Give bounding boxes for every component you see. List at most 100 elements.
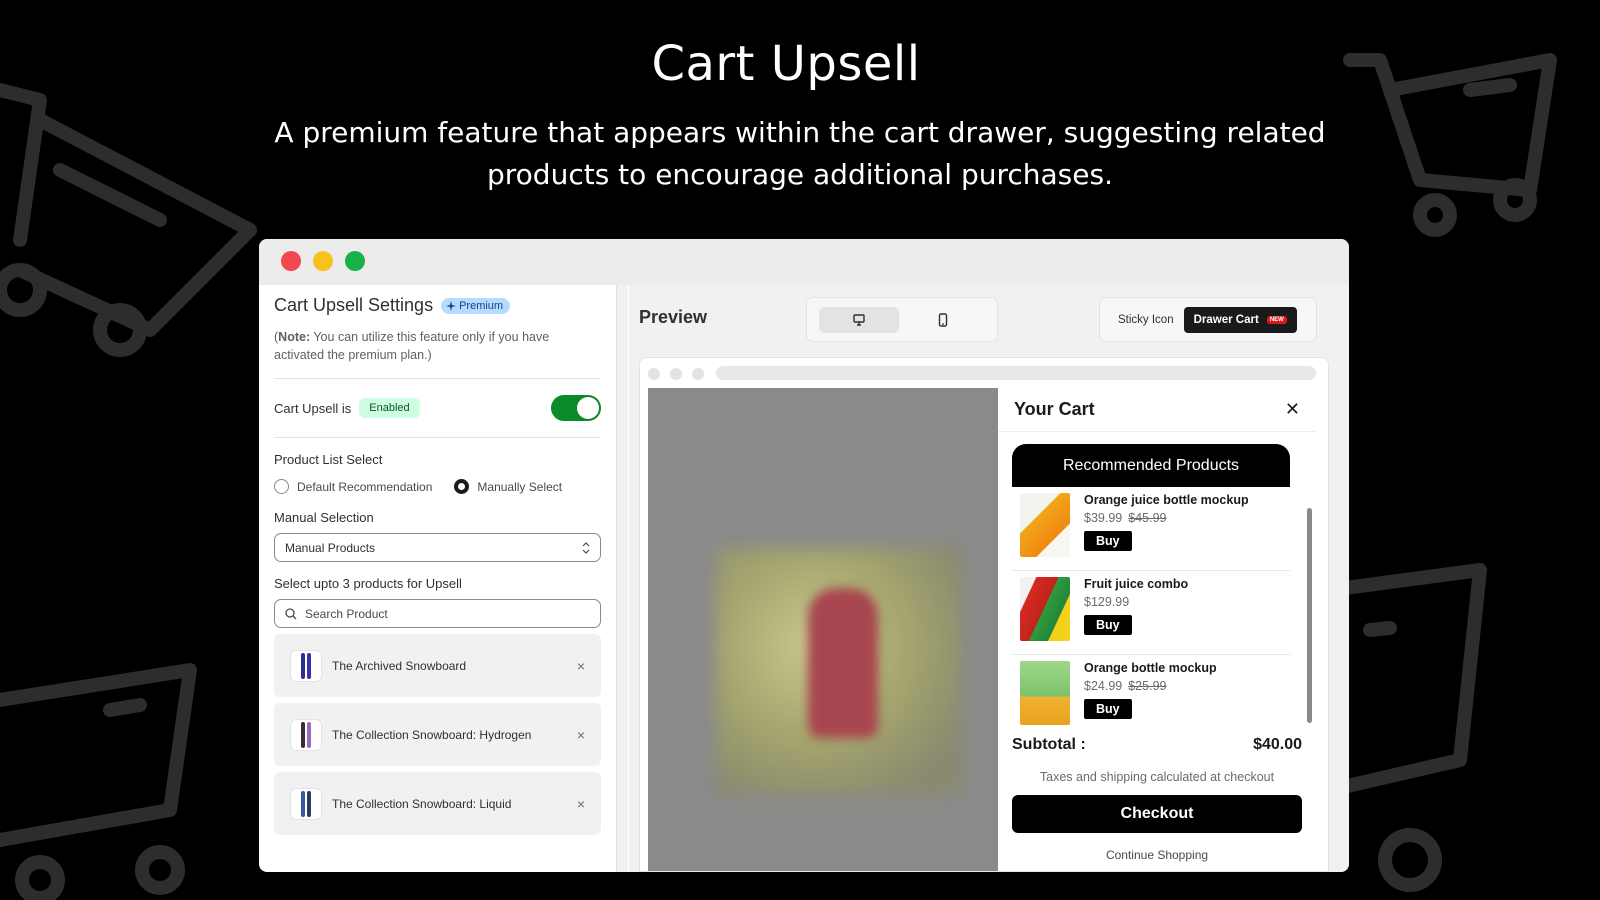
product-list-radio-group: Default Recommendation Manually Select — [274, 479, 601, 494]
product-image — [1020, 493, 1070, 557]
browser-dot — [648, 368, 660, 380]
subtotal-label: Subtotal : — [1012, 736, 1086, 753]
product-name: Orange juice bottle mockup — [1084, 493, 1249, 507]
divider — [274, 378, 601, 379]
buy-button[interactable]: Buy — [1084, 615, 1132, 635]
browser-dot — [670, 368, 682, 380]
mobile-view-button[interactable] — [903, 307, 983, 333]
product-price: $129.99 — [1084, 595, 1188, 609]
preview-browser: Your Cart ✕ Recommended Products Orange … — [639, 357, 1329, 872]
snowboard-thumbnail — [290, 718, 322, 751]
hero-subtitle: A premium feature that appears within th… — [274, 116, 1326, 191]
close-cart-button[interactable]: ✕ — [1285, 399, 1300, 420]
search-icon — [285, 607, 297, 619]
product-list-label: Product List Select — [274, 452, 383, 467]
sale-price: $24.99 — [1084, 679, 1123, 693]
browser-bar — [640, 358, 1328, 388]
status-label-group: Cart Upsell is Enabled — [274, 398, 420, 418]
taxes-note: Taxes and shipping calculated at checkou… — [1039, 770, 1275, 784]
cart-header: Your Cart ✕ — [998, 388, 1316, 432]
product-price: $24.99 $25.99 — [1084, 679, 1217, 693]
desktop-icon — [853, 314, 865, 326]
product-name: The Archived Snowboard — [332, 658, 467, 673]
blurred-can-image — [808, 588, 878, 738]
radio-default-recommendation[interactable]: Default Recommendation — [274, 479, 432, 494]
cart-decoration-icon — [0, 663, 197, 900]
recommended-item: Fruit juice combo $129.99 Buy — [1012, 571, 1290, 655]
remove-product-button[interactable]: × — [577, 727, 585, 743]
app-window: Cart Upsell Settings Premium (Note: You … — [259, 239, 1349, 872]
store-page-overlay — [648, 388, 998, 871]
recommended-title: Recommended Products — [1012, 444, 1290, 487]
cart-upsell-toggle[interactable] — [551, 395, 601, 421]
manual-selection-select[interactable]: Manual Products — [274, 533, 601, 562]
product-price: $39.99 $45.99 — [1084, 511, 1249, 525]
select-chevron-icon — [582, 541, 590, 554]
drawer-cart-option[interactable]: Drawer Cart NEW — [1183, 306, 1297, 333]
hero-title: Cart Upsell — [651, 36, 921, 92]
cart-title: Your Cart — [1014, 399, 1095, 419]
continue-shopping-link[interactable]: Continue Shopping — [1012, 848, 1302, 862]
product-name: Fruit juice combo — [1084, 577, 1189, 591]
note-text: You can utilize this feature only if you… — [274, 330, 550, 362]
snowboard-thumbnail — [290, 649, 322, 682]
settings-title: Cart Upsell Settings — [274, 295, 434, 315]
window-titlebar — [259, 239, 1349, 285]
product-info: Fruit juice combo $129.99 Buy — [1084, 577, 1188, 648]
premium-note: (Note: You can utilize this feature only… — [274, 328, 601, 364]
status-label: Cart Upsell is — [274, 400, 352, 416]
note-bold: Note: — [278, 330, 311, 344]
radio-circle[interactable] — [274, 479, 289, 494]
selected-product-item: The Collection Snowboard: Liquid × — [274, 772, 601, 835]
radio-manual-label: Manually Select — [477, 479, 563, 494]
panel-scroll-divider — [616, 285, 628, 872]
sticky-icon-option[interactable]: Sticky Icon — [1118, 314, 1174, 326]
product-name: The Collection Snowboard: Liquid — [332, 796, 512, 811]
buy-button[interactable]: Buy — [1084, 699, 1132, 719]
search-product-input[interactable]: Search Product — [274, 599, 601, 628]
manual-select-value: Manual Products — [285, 540, 376, 555]
recommended-item: Orange bottle mockup $24.99 $25.99 Buy — [1012, 655, 1290, 734]
settings-title-row: Cart Upsell Settings Premium — [274, 295, 601, 316]
radio-manually-select[interactable]: Manually Select — [454, 479, 562, 494]
mobile-icon — [938, 313, 948, 327]
radio-default-label: Default Recommendation — [297, 479, 433, 494]
new-badge: NEW — [1266, 315, 1287, 324]
compare-price: $45.99 — [1128, 511, 1167, 525]
recommended-products: Recommended Products Orange juice bottle… — [1012, 444, 1290, 734]
maximize-window-button[interactable] — [345, 251, 365, 271]
radio-circle-selected[interactable] — [454, 479, 470, 494]
cart-decoration-icon — [1330, 563, 1487, 892]
enabled-badge: Enabled — [359, 398, 420, 418]
status-row: Cart Upsell is Enabled — [274, 393, 601, 423]
divider — [274, 437, 601, 438]
cart-scrollbar[interactable] — [1307, 508, 1312, 723]
product-info: Orange bottle mockup $24.99 $25.99 Buy — [1084, 661, 1217, 732]
product-name: Orange bottle mockup — [1084, 661, 1217, 675]
recommended-item: Orange juice bottle mockup $39.99 $45.99 … — [1012, 487, 1290, 571]
buy-button[interactable]: Buy — [1084, 531, 1132, 551]
minimize-window-button[interactable] — [313, 251, 333, 271]
premium-badge-label: Premium — [459, 299, 504, 312]
premium-badge: Premium — [441, 297, 511, 314]
snowboard-thumbnail — [290, 787, 322, 820]
product-name: The Collection Snowboard: Hydrogen — [332, 727, 532, 742]
close-window-button[interactable] — [281, 251, 301, 271]
browser-dot — [692, 368, 704, 380]
desktop-view-button[interactable] — [819, 307, 899, 333]
selected-product-item: The Archived Snowboard × — [274, 634, 601, 697]
toggle-knob — [577, 397, 599, 419]
compare-price: $25.99 — [1128, 679, 1167, 693]
cart-style-toggle: Sticky Icon Drawer Cart NEW — [1099, 297, 1317, 342]
sale-price: $39.99 — [1084, 511, 1123, 525]
subtotal-row: Subtotal : $40.00 — [1012, 736, 1302, 754]
remove-product-button[interactable]: × — [577, 658, 585, 674]
search-placeholder: Search Product — [305, 606, 388, 621]
product-image — [1020, 661, 1070, 725]
selected-product-item: The Collection Snowboard: Hydrogen × — [274, 703, 601, 766]
manual-selection-label: Manual Selection — [274, 510, 374, 525]
checkout-button[interactable]: Checkout — [1012, 795, 1302, 833]
remove-product-button[interactable]: × — [577, 796, 585, 812]
browser-url-bar — [716, 366, 1316, 380]
product-info: Orange juice bottle mockup $39.99 $45.99 … — [1084, 493, 1249, 564]
